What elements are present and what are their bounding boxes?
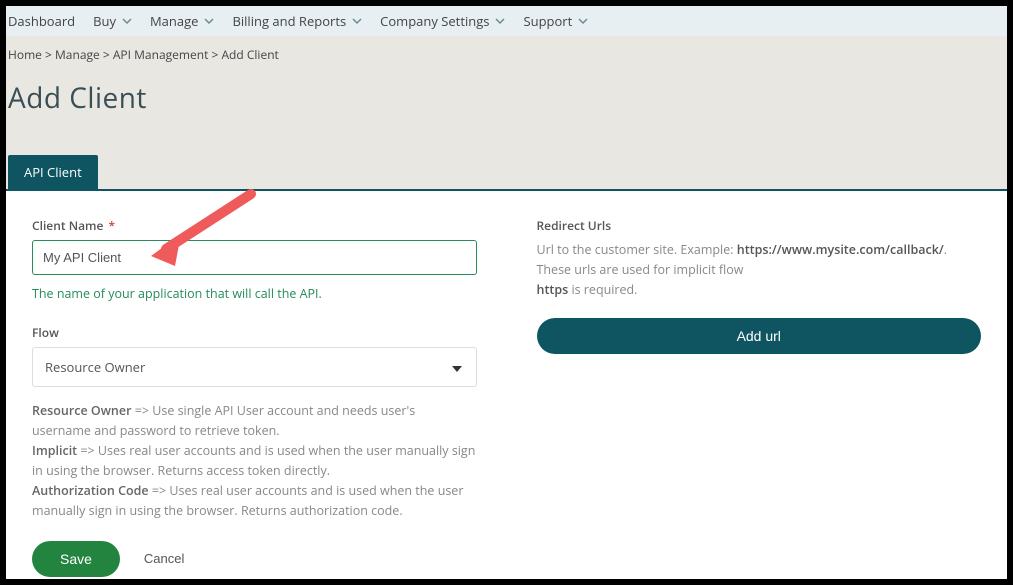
chevron-down-icon (578, 16, 588, 26)
nav-dashboard[interactable]: Dashboard (8, 12, 75, 30)
redirect-line1a: Url to the customer site. Example: (537, 241, 737, 258)
chevron-down-icon (352, 16, 362, 26)
breadcrumb[interactable]: Home > Manage > API Management > Add Cli… (8, 46, 1005, 63)
flow-selected-value: Resource Owner (33, 348, 476, 386)
redirect-line2: These urls are used for implicit flow (537, 261, 744, 278)
nav-billing-label: Billing and Reports (232, 12, 346, 30)
nav-company[interactable]: Company Settings (380, 12, 505, 30)
flow-select[interactable]: Resource Owner (32, 347, 477, 387)
cancel-button[interactable]: Cancel (144, 551, 184, 566)
chevron-down-icon (204, 16, 214, 26)
redirect-line1b: https://www.mysite.com/callback/ (737, 241, 944, 258)
required-mark: * (109, 217, 116, 234)
flow-im-text: => Uses real user accounts and is used w… (32, 442, 475, 479)
nav-buy-label: Buy (93, 12, 116, 30)
flow-ro-bold: Resource Owner (32, 402, 131, 419)
nav-manage-label: Manage (150, 12, 198, 30)
client-name-label: Client Name * (32, 217, 477, 234)
redirect-urls-help: Url to the customer site. Example: https… (537, 240, 982, 300)
tab-api-client[interactable]: API Client (8, 155, 98, 189)
redirect-line3b: is required. (568, 281, 637, 298)
page-title: Add Client (8, 79, 1005, 117)
client-name-input[interactable] (32, 240, 477, 275)
top-nav: Dashboard Buy Manage Billing and Reports… (6, 6, 1007, 36)
nav-support-label: Support (523, 12, 572, 30)
flow-label: Flow (32, 324, 477, 341)
redirect-urls-label: Redirect Urls (537, 217, 982, 234)
redirect-line1c: . (944, 241, 947, 258)
nav-billing[interactable]: Billing and Reports (232, 12, 362, 30)
nav-buy[interactable]: Buy (93, 12, 132, 30)
client-name-help: The name of your application that will c… (32, 285, 477, 304)
flow-description: Resource Owner => Use single API User ac… (32, 401, 477, 521)
nav-dashboard-label: Dashboard (8, 12, 75, 30)
add-url-button[interactable]: Add url (537, 318, 982, 354)
save-button[interactable]: Save (32, 541, 120, 577)
flow-im-bold: Implicit (32, 442, 77, 459)
flow-ac-bold: Authorization Code (32, 482, 149, 499)
nav-company-label: Company Settings (380, 12, 489, 30)
redirect-line3a: https (537, 281, 569, 298)
nav-support[interactable]: Support (523, 12, 588, 30)
header: Home > Manage > API Management > Add Cli… (6, 36, 1007, 189)
chevron-down-icon (122, 16, 132, 26)
nav-manage[interactable]: Manage (150, 12, 214, 30)
chevron-down-icon (495, 16, 505, 26)
caret-down-icon (452, 358, 462, 376)
client-name-label-text: Client Name (32, 217, 103, 234)
